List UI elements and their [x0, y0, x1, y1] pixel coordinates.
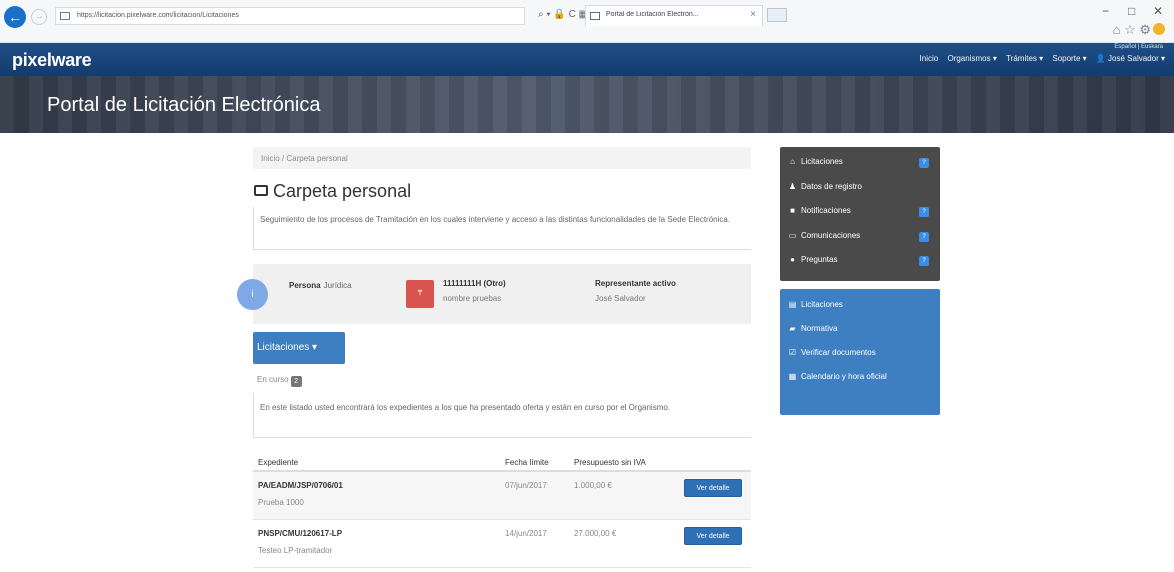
sidebar-badge: ? [919, 256, 929, 266]
sidebar-badge: ? [919, 158, 929, 168]
list-icon: ▤ [788, 300, 797, 309]
representative-value: José Salvador [595, 294, 646, 303]
entity-type-value: Jurídica [323, 281, 352, 290]
nav-tramites[interactable]: Trámites ▾ [1006, 54, 1043, 63]
sidebar-item-calendario[interactable]: ▦ Calendario y hora oficial [788, 372, 932, 396]
licitaciones-dropdown[interactable]: Licitaciones ▾ [253, 332, 345, 364]
ver-detalle-button[interactable]: Ver detalle [684, 479, 742, 497]
en-curso-count: 2 [290, 376, 302, 387]
nav-user-menu[interactable]: 👤 José Salvador ▾ [1096, 54, 1165, 63]
address-tools[interactable]: ⌕ ▾ 🔒 C ▦ [538, 9, 588, 20]
sidebar-item-verificar[interactable]: ☑ Verificar documentos [788, 348, 932, 372]
home-star-gear-icon[interactable]: ⌂ ☆ ⚙ [1113, 22, 1151, 37]
nav-organismos[interactable]: Organismos ▾ [947, 54, 996, 63]
sidebar-item-comunicaciones[interactable]: ▭ Comunicaciones? [788, 231, 932, 256]
row-descripcion: Prueba 1000 [258, 498, 304, 507]
banner: Portal de Licitación Electrónica [0, 76, 1174, 133]
row-presupuesto: 1.000,00 € [574, 481, 612, 490]
browser-tab[interactable]: Portal de Licitación Electrón... × [585, 5, 763, 26]
address-bar[interactable]: https://licitacion.pixelware.com/licitac… [55, 7, 525, 25]
info-circle-icon: i [237, 279, 268, 310]
browser-chrome: ← → https://licitacion.pixelware.com/lic… [0, 0, 1174, 43]
check-icon: ☑ [788, 348, 797, 357]
row-presupuesto: 27.000,00 € [574, 529, 617, 538]
sidebar-item-datos-registro[interactable]: ♟ Datos de registro [788, 182, 932, 207]
page-title-text: Carpeta personal [273, 181, 412, 201]
nav-inicio[interactable]: Inicio [920, 54, 939, 63]
intro-text: Seguimiento de los procesos de Tramitaci… [253, 207, 751, 250]
public-sidebar: ▤ Licitaciones ▰ Normativa ☑ Verificar docu… [780, 289, 940, 415]
nav-soporte[interactable]: Soporte ▾ [1052, 54, 1086, 63]
ver-detalle-button[interactable]: Ver detalle [684, 527, 742, 545]
sidebar-item-normativa[interactable]: ▰ Normativa [788, 324, 932, 348]
tab-favicon-icon [590, 12, 600, 20]
entity-id: 11111111H (Otro) [443, 279, 506, 288]
nav-links: Inicio Organismos ▾ Trámites ▾ Soporte ▾… [913, 54, 1165, 63]
row-fecha: 14/jun/2017 [505, 529, 547, 538]
back-button[interactable]: ← [4, 6, 26, 28]
comment-icon: ▭ [788, 230, 797, 240]
page-title: Carpeta personal [254, 181, 411, 202]
page-icon [60, 12, 70, 20]
browser-icons[interactable]: ⌂ ☆ ⚙ [1113, 22, 1165, 38]
envelope-icon: ■ [790, 206, 795, 215]
breadcrumb[interactable]: Inicio / Carpeta personal [253, 147, 751, 169]
banner-title: Portal de Licitación Electrónica [47, 94, 321, 116]
smiley-icon[interactable] [1153, 23, 1165, 35]
en-curso-label: En curso [257, 375, 289, 384]
address-text[interactable]: https://licitacion.pixelware.com/licitac… [77, 12, 239, 19]
forward-button[interactable]: → [31, 9, 47, 25]
table-row: PNSP/CMU/120617-LP Testeo LP-tramitador … [253, 520, 751, 568]
header-presupuesto: Presupuesto sin IVA [574, 458, 646, 467]
new-tab-button[interactable] [767, 8, 787, 22]
sidebar-item-preguntas[interactable]: ● Preguntas? [788, 255, 932, 280]
row-expediente: PNSP/CMU/120617-LP [258, 529, 343, 538]
folder-icon [254, 185, 268, 196]
user-sidebar: ⌂ Licitaciones? ♟ Datos de registro ■ Notif… [780, 147, 940, 281]
entity-type-label: Persona [289, 281, 321, 290]
minimize-button[interactable]: − [1102, 4, 1109, 18]
calendar-icon: ▦ [788, 372, 797, 381]
list-intro-text: En este listado usted encontrará los exp… [253, 393, 751, 438]
entity-name: nombre pruebas [443, 294, 502, 303]
site-navbar: pixelware Español | Euskara Inicio Organ… [0, 43, 1174, 76]
row-descripcion: Testeo LP-tramitador [258, 546, 333, 555]
close-window-button[interactable]: ✕ [1153, 4, 1163, 18]
sidebar-item-licitaciones-publicas[interactable]: ▤ Licitaciones [788, 300, 932, 324]
tab-title: Portal de Licitación Electrón... [606, 11, 699, 18]
brand-logo[interactable]: pixelware [12, 50, 92, 71]
sidebar-item-label: Licitaciones [801, 157, 843, 166]
sidebar-item-label: Preguntas [801, 255, 838, 264]
book-icon: ▰ [789, 324, 796, 333]
sidebar-item-label: Comunicaciones [801, 230, 861, 240]
sidebar-item-notificaciones[interactable]: ■ Notificaciones? [788, 206, 932, 231]
en-curso: En curso 2 [257, 375, 302, 387]
entity-id-badge-icon: ₸ [406, 280, 434, 308]
language-switcher[interactable]: Español | Euskara [1114, 44, 1163, 50]
table-row: PA/EADM/JSP/0706/01 Prueba 1000 07/jun/2… [253, 472, 751, 520]
sidebar-item-label: Licitaciones [801, 300, 843, 309]
sidebar-item-label: Verificar documentos [801, 348, 876, 357]
sidebar-item-label: Datos de registro [801, 181, 862, 191]
row-fecha: 07/jun/2017 [505, 481, 547, 490]
table-header: Expediente Fecha límite Presupuesto sin … [253, 452, 751, 472]
entity-type: Persona Jurídica [289, 281, 352, 290]
user-icon: ♟ [788, 181, 797, 191]
representative-label: Representante activo [595, 279, 676, 288]
header-fecha: Fecha límite [505, 458, 549, 467]
sidebar-item-label: Normativa [801, 324, 838, 333]
question-icon: ● [790, 255, 795, 264]
header-expediente: Expediente [258, 458, 299, 467]
row-expediente: PA/EADM/JSP/0706/01 [258, 481, 343, 490]
maximize-button[interactable]: □ [1128, 4, 1135, 18]
expedientes-table: Expediente Fecha límite Presupuesto sin … [253, 452, 751, 568]
entity-panel: i Persona Jurídica ₸ 11111111H (Otro) nom… [237, 264, 751, 324]
gavel-icon: ⌂ [790, 157, 795, 166]
tab-close-icon[interactable]: × [750, 9, 756, 20]
sidebar-badge: ? [919, 231, 929, 242]
sidebar-item-licitaciones[interactable]: ⌂ Licitaciones? [788, 157, 932, 182]
sidebar-badge: ? [919, 207, 929, 217]
sidebar-item-label: Notificaciones [801, 206, 851, 215]
sidebar-item-label: Calendario y hora oficial [801, 372, 887, 381]
